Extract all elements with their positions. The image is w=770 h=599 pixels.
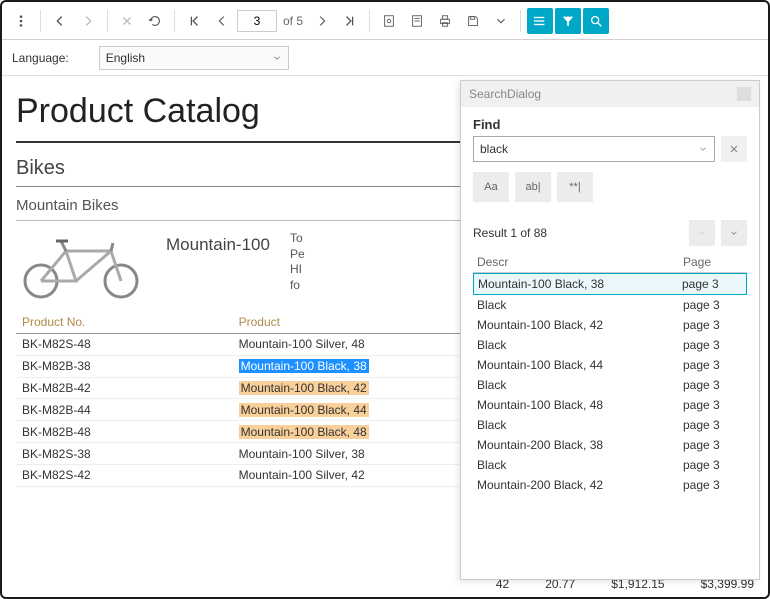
page-count-label: of 5 (283, 14, 303, 28)
search-result-item[interactable]: Blackpage 3 (473, 335, 747, 355)
next-result-button[interactable] (721, 220, 747, 246)
find-label: Find (473, 117, 747, 132)
page-setup-button[interactable] (376, 8, 402, 34)
results-col-descr: Descr (477, 255, 683, 269)
whole-word-button[interactable]: ab| (515, 172, 551, 202)
search-input[interactable]: black (473, 136, 715, 162)
next-page-button[interactable] (309, 8, 335, 34)
refresh-button[interactable] (142, 8, 168, 34)
col-product-no: Product No. (16, 311, 233, 334)
search-result-item[interactable]: Mountain-200 Black, 42page 3 (473, 475, 747, 495)
menu-button[interactable] (8, 8, 34, 34)
nav-forward-button[interactable] (75, 8, 101, 34)
search-result-item[interactable]: Blackpage 3 (473, 415, 747, 435)
language-select[interactable]: English (99, 46, 289, 70)
search-button[interactable] (583, 8, 609, 34)
search-result-item[interactable]: Blackpage 3 (473, 375, 747, 395)
page-number-input[interactable] (237, 10, 277, 32)
save-button[interactable] (460, 8, 486, 34)
parameters-toggle-button[interactable] (527, 8, 553, 34)
nav-back-button[interactable] (47, 8, 73, 34)
main-toolbar: of 5 (2, 2, 768, 40)
search-input-value: black (480, 142, 508, 156)
last-page-button[interactable] (337, 8, 363, 34)
save-dropdown-button[interactable] (488, 8, 514, 34)
search-dialog-grip[interactable] (737, 87, 751, 101)
close-icon (728, 143, 740, 155)
search-result-item[interactable]: Mountain-100 Black, 38page 3 (473, 273, 747, 295)
chevron-down-icon (698, 144, 708, 154)
chevron-down-icon (272, 53, 282, 63)
stop-button[interactable] (114, 8, 140, 34)
search-dialog: SearchDialog Find black Aa ab| **| Resul… (460, 80, 760, 580)
search-dialog-title: SearchDialog (469, 87, 541, 101)
search-result-item[interactable]: Mountain-200 Black, 38page 3 (473, 435, 747, 455)
search-results-list[interactable]: Mountain-100 Black, 38page 3Blackpage 3M… (473, 273, 747, 573)
search-result-item[interactable]: Mountain-100 Black, 42page 3 (473, 315, 747, 335)
language-value: English (106, 51, 145, 65)
search-result-item[interactable]: Blackpage 3 (473, 455, 747, 475)
prev-result-button[interactable] (689, 220, 715, 246)
search-result-item[interactable]: Blackpage 3 (473, 295, 747, 315)
search-result-item[interactable]: Mountain-100 Black, 48page 3 (473, 395, 747, 415)
prev-page-button[interactable] (209, 8, 235, 34)
search-result-item[interactable]: Mountain-100 Black, 44page 3 (473, 355, 747, 375)
regex-button[interactable]: **| (557, 172, 593, 202)
language-label: Language: (12, 51, 69, 65)
clear-search-button[interactable] (721, 136, 747, 162)
product-image (16, 231, 146, 301)
result-count-label: Result 1 of 88 (473, 226, 683, 240)
parameters-bar: Language: English (2, 40, 768, 76)
model-name: Mountain-100 (166, 235, 270, 255)
print-layout-button[interactable] (404, 8, 430, 34)
match-case-button[interactable]: Aa (473, 172, 509, 202)
first-page-button[interactable] (181, 8, 207, 34)
results-col-page: Page (683, 255, 743, 269)
print-button[interactable] (432, 8, 458, 34)
filter-button[interactable] (555, 8, 581, 34)
